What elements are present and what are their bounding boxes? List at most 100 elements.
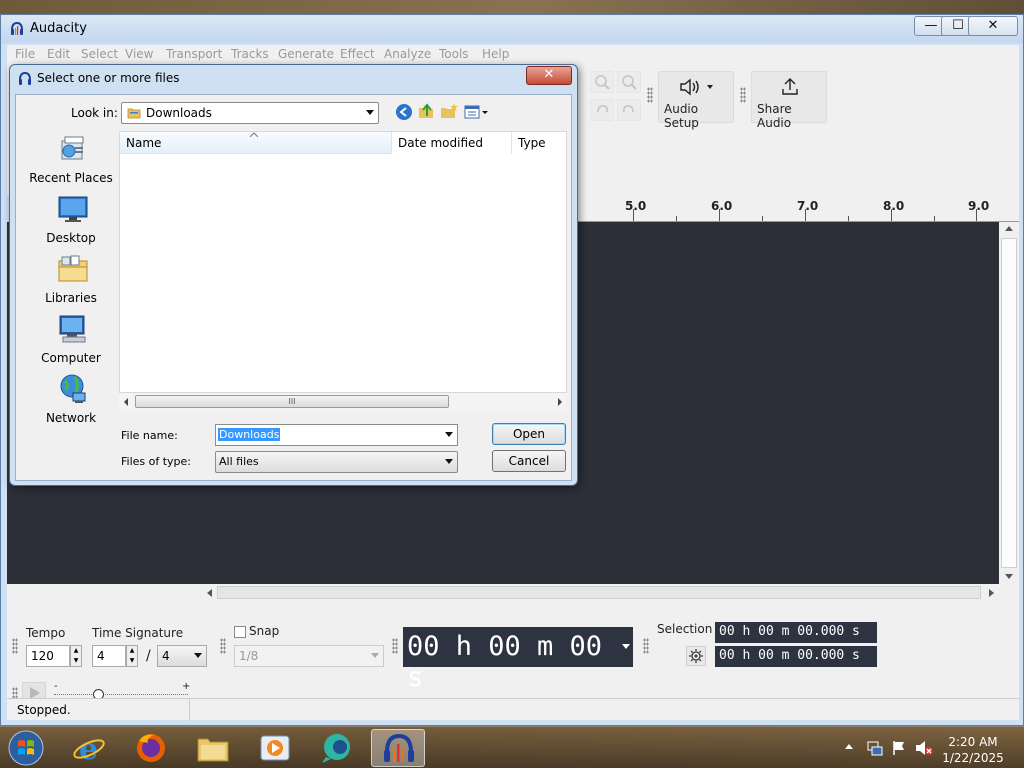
column-name-label: Name (126, 136, 162, 150)
scroll-left-icon[interactable] (207, 589, 212, 597)
look-in-select[interactable]: Downloads (121, 102, 379, 124)
taskbar-file-explorer[interactable] (186, 729, 240, 767)
taskbar-clock[interactable]: 2:20 AM 1/22/2025 (936, 734, 1010, 766)
place-recent-places[interactable]: Recent Places (23, 133, 119, 189)
time-signature-label: Time Signature (92, 626, 184, 640)
vertical-scroll-thumb[interactable] (1001, 238, 1017, 568)
vertical-scrollbar[interactable] (999, 222, 1019, 584)
taskbar-media-player[interactable] (248, 729, 302, 767)
close-button[interactable]: ✕ (968, 16, 1018, 36)
snap-label: Snap (249, 624, 280, 638)
column-header-type[interactable]: Type (512, 132, 568, 154)
place-libraries[interactable]: Libraries (23, 253, 119, 309)
horizontal-scrollbar[interactable] (7, 584, 1019, 602)
files-of-type-label: Files of type: (121, 455, 192, 468)
up-folder-icon[interactable] (417, 102, 435, 120)
back-icon[interactable] (395, 103, 413, 121)
ruler-tick-label: 9.0 (968, 199, 990, 213)
selection-label: Selection (657, 622, 713, 636)
taskbar-firefox[interactable] (124, 729, 178, 767)
scroll-left-icon[interactable] (124, 398, 128, 406)
menu-tracks[interactable]: Tracks (231, 47, 269, 61)
menu-help[interactable]: Help (482, 47, 509, 61)
toolbar-grip[interactable] (740, 87, 746, 103)
menu-generate[interactable]: Generate (278, 47, 334, 61)
tempo-input[interactable]: 120 (26, 645, 70, 667)
file-list-horizontal-scrollbar[interactable]: III (119, 393, 567, 411)
audacity-app-icon (19, 71, 31, 85)
snap-select[interactable]: 1/8 (234, 645, 384, 667)
place-computer[interactable]: Computer (23, 313, 119, 369)
audio-setup-button[interactable]: Audio Setup (658, 71, 734, 130)
tempo-spinner[interactable]: ▲ ▼ (70, 645, 82, 667)
selection-start-display[interactable]: 00 h 00 m 00.000 s (715, 622, 877, 643)
toolbar-grip[interactable] (220, 638, 226, 654)
menu-edit[interactable]: Edit (47, 47, 70, 61)
place-network[interactable]: Network (23, 373, 119, 429)
file-list-scroll-thumb[interactable]: III (135, 395, 449, 408)
audacity-app-icon (11, 21, 23, 35)
share-audio-button[interactable]: Share Audio (751, 71, 827, 130)
show-hidden-icons-button[interactable] (845, 744, 853, 749)
menu-bar: File Edit Select View Transport Tracks G… (7, 45, 1019, 65)
time-signature-spinner[interactable]: ▲ ▼ (126, 645, 138, 667)
scroll-right-icon[interactable] (558, 398, 562, 406)
computer-icon (59, 315, 86, 343)
column-header-date-modified[interactable]: Date modified (392, 132, 512, 154)
menu-transport[interactable]: Transport (166, 47, 222, 61)
share-audio-label: Share Audio (757, 102, 792, 130)
file-name-label: File name: (121, 429, 178, 442)
dialog-title: Select one or more files (37, 71, 180, 85)
toolbar-grip[interactable] (647, 87, 653, 103)
place-desktop[interactable]: Desktop (23, 193, 119, 249)
zoom-in-button[interactable] (590, 71, 614, 93)
dialog-body: Look in: Downloads Recent Places Desktop… (15, 94, 572, 481)
menu-view[interactable]: View (125, 47, 153, 61)
zoom-out-button[interactable] (617, 71, 641, 93)
firefox-icon (137, 734, 165, 762)
time-signature-top-input[interactable]: 4 (92, 645, 126, 667)
dialog-close-button[interactable]: ✕ (526, 66, 572, 85)
snap-checkbox[interactable] (234, 626, 246, 638)
file-list[interactable]: Name Date modified Type (119, 131, 567, 393)
time-display[interactable]: 00 h 00 m 00 s (403, 627, 633, 693)
view-menu-button[interactable] (463, 103, 491, 121)
network-tray-icon[interactable] (866, 739, 884, 757)
file-name-input[interactable]: Downloads (215, 424, 458, 446)
column-header-name[interactable]: Name (120, 132, 392, 154)
taskbar-app-chat[interactable] (310, 729, 364, 767)
cancel-button[interactable]: Cancel (492, 450, 566, 472)
new-folder-icon[interactable] (439, 102, 459, 120)
menu-select[interactable]: Select (81, 47, 118, 61)
recent-places-icon (61, 136, 84, 160)
menu-tools[interactable]: Tools (439, 47, 469, 61)
menu-file[interactable]: File (15, 47, 35, 61)
start-button[interactable] (6, 729, 46, 767)
playback-speed-slider[interactable] (54, 694, 188, 695)
toolbar-grip[interactable] (12, 638, 18, 654)
redo-button[interactable] (617, 99, 641, 121)
undo-button[interactable] (590, 99, 614, 121)
volume-muted-icon[interactable] (914, 739, 934, 757)
scroll-down-icon[interactable] (1005, 574, 1013, 579)
scroll-right-icon[interactable] (989, 589, 994, 597)
place-label: Network (45, 411, 97, 425)
taskbar-internet-explorer[interactable]: e (62, 729, 116, 767)
chevron-down-icon[interactable] (445, 432, 453, 437)
selection-settings-button[interactable] (686, 646, 706, 666)
scroll-up-icon[interactable] (1005, 226, 1013, 231)
menu-analyze[interactable]: Analyze (384, 47, 431, 61)
action-center-flag-icon[interactable] (890, 739, 908, 757)
time-signature-bottom-select[interactable]: 4 (157, 645, 207, 667)
menu-effect[interactable]: Effect (340, 47, 375, 61)
toolbar-grip[interactable] (643, 638, 649, 654)
toolbar-grip[interactable] (392, 638, 398, 654)
timeline-ruler[interactable]: 5.0 6.0 7.0 8.0 9.0 (576, 193, 1019, 222)
horizontal-scroll-thumb[interactable] (217, 586, 981, 599)
audio-setup-label: Audio Setup (664, 102, 699, 130)
selection-end-display[interactable]: 00 h 00 m 00.000 s (715, 646, 877, 667)
column-type-label: Type (518, 136, 546, 150)
files-of-type-select[interactable]: All files (215, 451, 458, 473)
taskbar-audacity[interactable] (371, 729, 425, 767)
open-button[interactable]: Open (492, 423, 566, 445)
